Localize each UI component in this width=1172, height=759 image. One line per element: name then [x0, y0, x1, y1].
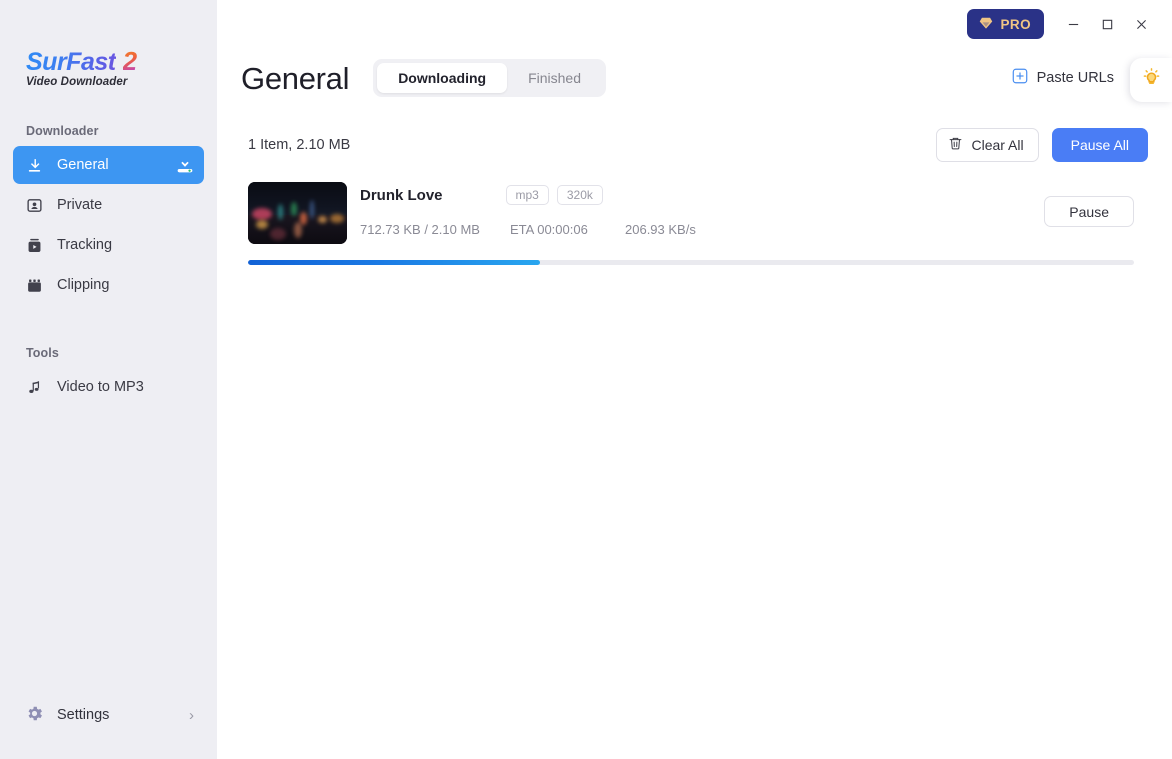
tab-finished[interactable]: Finished: [507, 63, 602, 93]
tab-group: Downloading Finished: [373, 59, 606, 97]
clear-all-label: Clear All: [971, 137, 1024, 153]
maximize-icon[interactable]: [1090, 7, 1124, 41]
sidebar-item-tracking[interactable]: Tracking: [13, 226, 204, 264]
sidebar-item-clipping[interactable]: Clipping: [13, 266, 204, 304]
logo-primary-text: SurFast: [26, 48, 116, 76]
private-person-icon: [25, 196, 44, 215]
paste-urls-label: Paste URLs: [1036, 70, 1114, 86]
download-item-body: Drunk Love mp3 320k 712.73 KB / 2.10 MB …: [347, 182, 1134, 237]
lightbulb-icon: [1141, 67, 1162, 93]
progress-bar-track: [248, 260, 1134, 265]
tracking-video-icon: [25, 236, 44, 255]
main-content: PRO General Downloading Finished Paste U…: [217, 0, 1172, 759]
sidebar-item-general[interactable]: General: [13, 146, 204, 184]
music-note-icon: [25, 378, 44, 397]
size-progress-label: 712.73 KB / 2.10 MB: [360, 222, 480, 237]
sidebar-item-label: Tracking: [57, 236, 113, 253]
diamond-icon: [978, 15, 994, 34]
plus-square-icon: [1012, 68, 1028, 88]
gear-icon: [25, 704, 44, 727]
minimize-icon[interactable]: [1056, 7, 1090, 41]
logo-tagline: Video Downloader: [26, 76, 128, 88]
paste-urls-button[interactable]: Paste URLs: [1012, 68, 1114, 88]
speed-label: 206.93 KB/s: [625, 222, 696, 237]
sidebar-item-settings[interactable]: Settings ›: [13, 695, 204, 735]
tips-bulb-button[interactable]: [1130, 58, 1172, 102]
clipping-film-icon: [25, 276, 44, 295]
window-controls: [1056, 7, 1158, 41]
sidebar-item-label: Video to MP3: [57, 378, 144, 395]
sidebar-item-private[interactable]: Private: [13, 186, 204, 224]
toolbar-actions: Clear All Pause All: [936, 128, 1148, 162]
download-item: Drunk Love mp3 320k 712.73 KB / 2.10 MB …: [248, 182, 1134, 265]
pro-upgrade-button[interactable]: PRO: [966, 9, 1044, 39]
night-city-street-thumbnail: [248, 182, 347, 244]
clear-all-button[interactable]: Clear All: [936, 128, 1039, 162]
download-stats: 712.73 KB / 2.10 MB ETA 00:00:06 206.93 …: [360, 222, 1134, 237]
trash-icon: [948, 136, 963, 154]
download-badges: mp3 320k: [505, 185, 603, 205]
download-list: Drunk Love mp3 320k 712.73 KB / 2.10 MB …: [217, 182, 1172, 265]
sidebar-item-label: Private: [57, 196, 103, 213]
sidebar-item-label: Clipping: [57, 276, 110, 293]
page-header: General Downloading Finished Paste URLs: [217, 52, 1172, 104]
tab-downloading[interactable]: Downloading: [377, 63, 508, 93]
sidebar-section-downloader: Downloader: [26, 124, 99, 138]
sidebar-item-label: General: [57, 156, 109, 173]
app-window: SurFast 2 Video Downloader Downloader Gen…: [0, 0, 1172, 759]
close-icon[interactable]: [1124, 7, 1158, 41]
chevron-right-icon: ›: [189, 706, 194, 724]
progress-bar-fill: [248, 260, 541, 265]
pause-item-button[interactable]: Pause: [1044, 196, 1134, 227]
pro-label: PRO: [1000, 16, 1031, 32]
settings-label: Settings: [57, 707, 110, 723]
pause-all-button[interactable]: Pause All: [1051, 128, 1148, 162]
format-badge: mp3: [505, 185, 549, 205]
download-tray-icon: [174, 154, 196, 176]
item-count-label: 1 Item, 2.10 MB: [248, 137, 351, 153]
download-title: Drunk Love: [360, 186, 443, 204]
app-logo: SurFast 2 Video Downloader: [0, 0, 217, 88]
page-title: General: [241, 60, 350, 96]
list-toolbar: 1 Item, 2.10 MB Clear All Pause All: [217, 128, 1172, 162]
download-title-row: Drunk Love mp3 320k: [360, 185, 1134, 205]
eta-label: ETA 00:00:06: [510, 222, 588, 237]
download-arrow-icon: [25, 156, 44, 175]
sidebar-item-video-to-mp3[interactable]: Video to MP3: [13, 368, 204, 406]
sidebar-section-tools: Tools: [26, 346, 59, 360]
title-bar: PRO: [217, 0, 1172, 48]
bitrate-badge: 320k: [556, 185, 603, 205]
download-item-main: Drunk Love mp3 320k 712.73 KB / 2.10 MB …: [248, 182, 1134, 244]
logo-version-text: 2: [122, 46, 137, 76]
sidebar: SurFast 2 Video Downloader Downloader Gen…: [0, 0, 217, 759]
